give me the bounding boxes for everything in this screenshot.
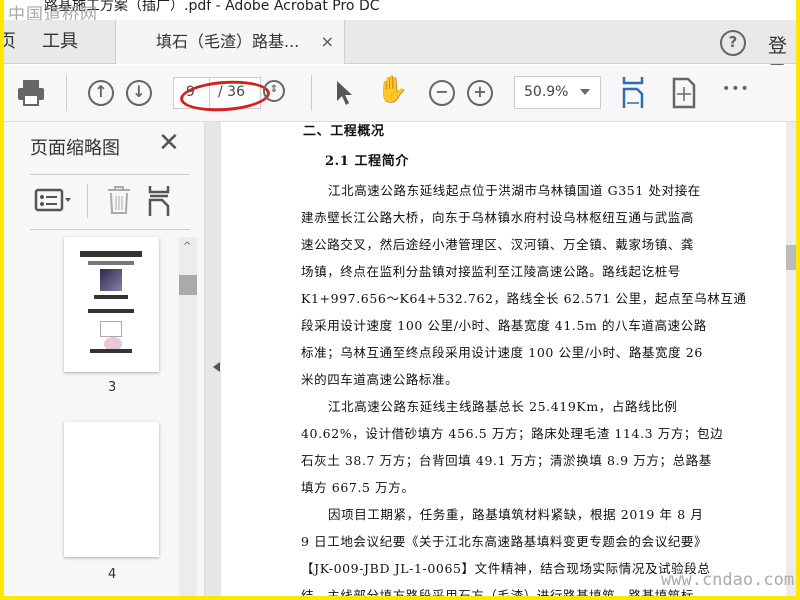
watermark-url: www.cndao.com (661, 570, 795, 590)
panel-title: 页面缩略图 (30, 138, 120, 159)
text-line: 米的四车道高速公路标准。 (301, 372, 459, 387)
zoom-level-select[interactable]: 50.9% (514, 76, 601, 109)
text-line: 【JK-009-JBD JL-1-0065】文件精神，结合现场实际情况及试验段总 (301, 561, 711, 576)
zoom-in-icon[interactable]: + (467, 80, 493, 106)
text-line: 场镇，终点在监利分盐镇对接监利至江陵高速公路。路线起讫桩号 (301, 264, 681, 279)
insert-page-icon[interactable] (148, 186, 172, 216)
select-cursor-icon[interactable] (334, 79, 356, 107)
more-tools-icon[interactable]: ••• (722, 81, 750, 97)
help-icon[interactable]: ? (720, 30, 746, 56)
close-tab-icon[interactable]: × (321, 20, 334, 64)
tab-bar: 页 工具 填石（毛渣）路基... × ? 登录 (4, 20, 796, 84)
zoom-level-value: 50.9% (524, 84, 569, 100)
chevron-down-icon (580, 89, 590, 100)
subsection-heading: 2.1 工程简介 (325, 154, 409, 169)
print-icon[interactable] (16, 78, 46, 108)
next-page-icon[interactable]: ↓ (126, 80, 152, 106)
text-line: 40.62%，设计借砂填方 456.5 万方；路床处理毛渣 114.3 万方；包… (301, 426, 724, 441)
text-line: 因项目工期紧，任务重，路基填筑材料紧缺，根据 2019 年 8 月 (328, 507, 704, 522)
collapse-left-icon[interactable] (208, 362, 220, 372)
scroll-up-icon[interactable]: ^ (183, 241, 191, 252)
thumbnail-scrollbar[interactable]: ^ (179, 237, 197, 596)
text-line: 石灰土 38.7 万方；台背回填 49.1 万方；清淤换填 8.9 万方；总路基 (301, 453, 712, 468)
text-line: 标准；乌林互通至终点段采用设计速度 100 公里/小时、路基宽度 26 (301, 345, 703, 360)
page-thumbnail-4[interactable] (64, 422, 159, 557)
thumbnail-label: 3 (108, 380, 117, 395)
title-bar: 路基施工方案（插广）.pdf - Adobe Acrobat Pro DC (4, 0, 796, 20)
text-line: 9 日工地会议纪要《关于江北东高速路基填料变更专题会的会议纪要》 (301, 534, 708, 549)
page-thumbnails-panel: 页面缩略图 ✕ 3 4 ^ (4, 122, 205, 596)
text-line: 段采用设计速度 100 公里/小时、路基宽度 41.5m 的八车道高速公路 (301, 318, 707, 333)
section-heading: 二、工程概况 (303, 124, 385, 139)
text-line: 结，主线部分填方路段采用石方（毛渣）进行路基填筑。路基填筑标 (301, 588, 695, 596)
text-line: 速公路交叉，然后途经小港管理区、汊河镇、万全镇、戴家场镇、龚 (301, 237, 695, 252)
full-screen-page-icon[interactable] (672, 77, 696, 109)
zoom-out-icon[interactable]: − (429, 80, 455, 106)
text-line: 建赤壁长江公路大桥，向东于乌林镇水府村设乌林枢纽互通与武监高 (301, 210, 695, 225)
close-panel-icon[interactable]: ✕ (158, 128, 180, 158)
thumbnail-options-icon[interactable] (34, 187, 74, 213)
tab-home[interactable]: 页 (4, 20, 16, 64)
divider (30, 229, 190, 230)
document-scroll-thumb[interactable] (786, 245, 796, 270)
text-line: 江北高速公路东延线主线路基总长 25.419Km，占路线比例 (328, 399, 678, 414)
divider (66, 75, 67, 111)
page-stepper-icon[interactable]: ⇕ (263, 80, 285, 102)
tab-document-label: 填石（毛渣）路基... (156, 32, 300, 51)
acrobat-window: 路基施工方案（插广）.pdf - Adobe Acrobat Pro DC 中国… (4, 0, 796, 596)
tab-tools[interactable]: 工具 (42, 20, 78, 64)
text-line: 江北高速公路东延线起点位于洪湖市乌林镇国道 G351 处对接在 (328, 183, 701, 198)
divider (30, 174, 190, 175)
scroll-thumb[interactable] (179, 275, 197, 295)
document-scrollbar[interactable] (786, 122, 796, 596)
previous-page-icon[interactable]: ↑ (88, 80, 114, 106)
page-thumbnail-3[interactable] (64, 237, 159, 372)
fit-width-icon[interactable] (622, 77, 646, 109)
hand-tool-icon[interactable]: ✋ (376, 75, 408, 105)
divider (311, 75, 312, 111)
toolbar: ↑ ↓ 9 / 36 ⇕ ✋ − + 50.9% ••• (4, 65, 796, 122)
document-page: 二、工程概况 2.1 工程简介 江北高速公路东延线起点位于洪湖市乌林镇国道 G3… (221, 122, 786, 596)
thumbnail-label: 4 (108, 567, 117, 582)
text-line: K1+997.656～K64+532.762，路线全长 62.571 公里，起点… (301, 291, 747, 306)
divider (87, 184, 88, 218)
text-line: 填方 667.5 万方。 (301, 480, 415, 495)
panel-collapse-bar[interactable] (205, 122, 221, 596)
trash-icon[interactable] (106, 185, 132, 215)
tab-document[interactable]: 填石（毛渣）路基... × (115, 20, 345, 64)
